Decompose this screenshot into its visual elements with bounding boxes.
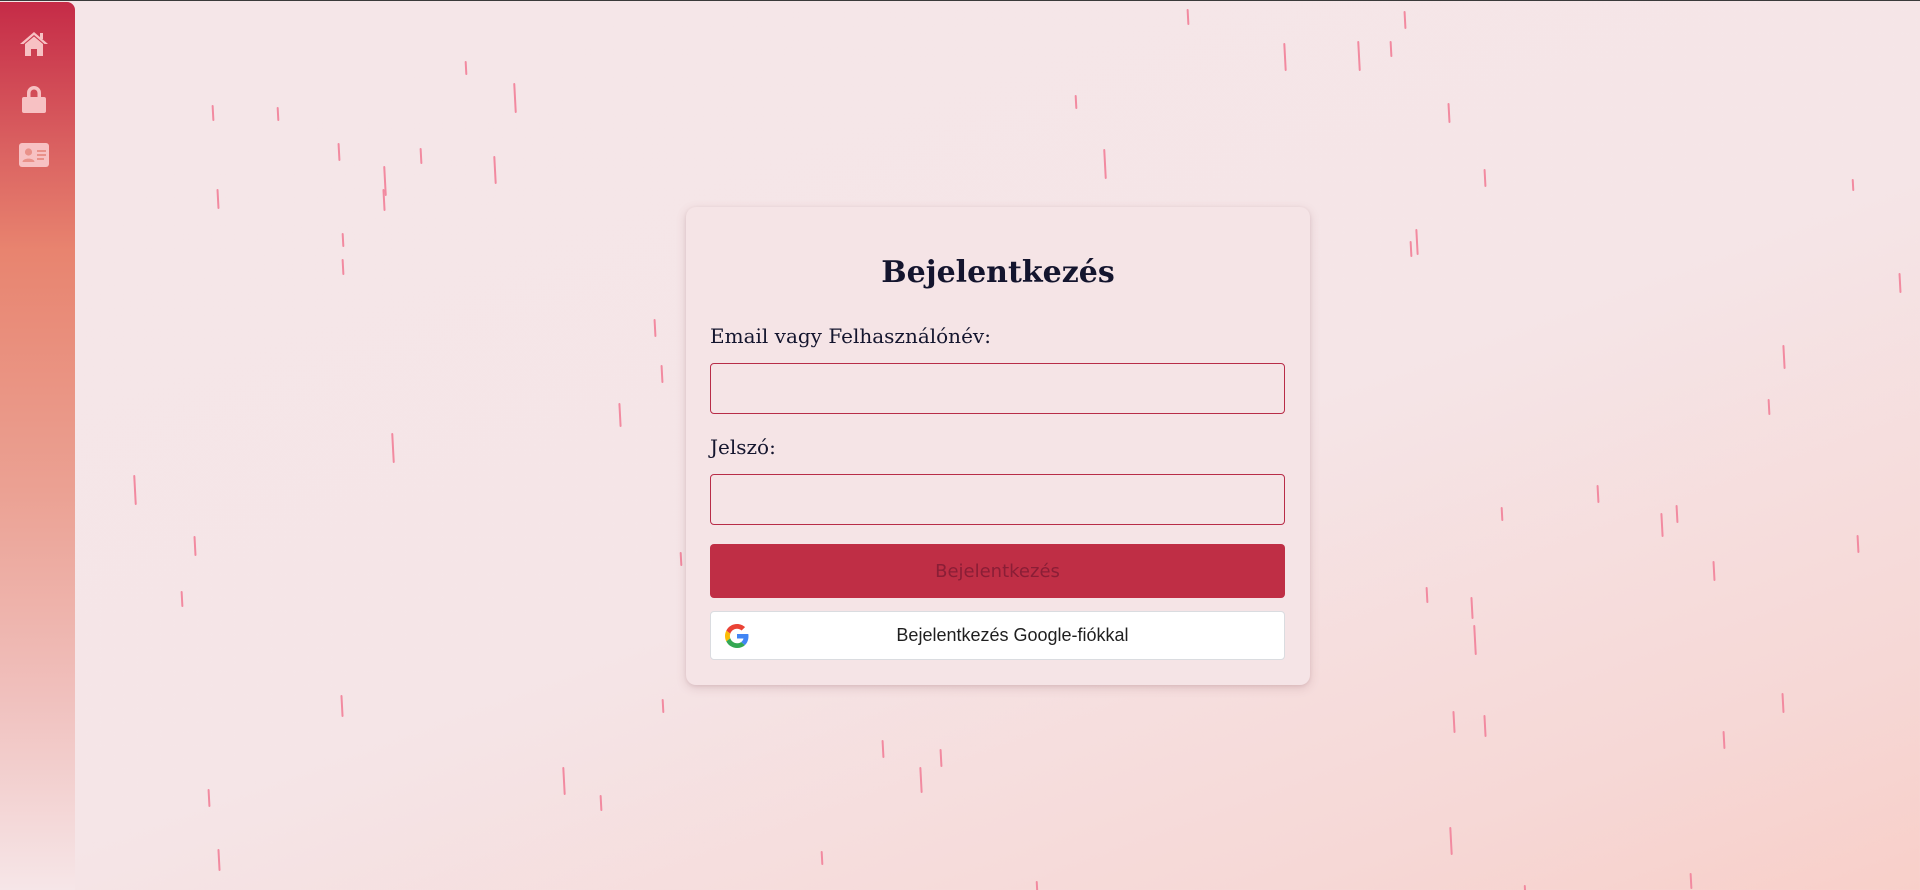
- rain-streak: [1851, 178, 1855, 192]
- rain-streak: [340, 694, 344, 718]
- rain-streak: [1403, 10, 1407, 30]
- login-title: Bejelentkezés: [881, 255, 1115, 290]
- rain-streak: [1415, 228, 1419, 256]
- rain-streak: [216, 188, 220, 210]
- password-label: Jelszó:: [710, 435, 776, 459]
- username-label: Email vagy Felhasználónév:: [710, 324, 991, 348]
- login-button[interactable]: Bejelentkezés: [710, 544, 1285, 598]
- rain-streak: [1689, 872, 1693, 890]
- rain-streak: [661, 698, 665, 714]
- home-icon: [20, 32, 48, 56]
- rain-streak: [1856, 534, 1860, 554]
- rain-streak: [618, 402, 622, 428]
- rain-streak: [1357, 40, 1361, 72]
- rain-streak: [419, 147, 423, 165]
- sidebar: [0, 2, 75, 890]
- rain-streak: [660, 364, 664, 384]
- sidebar-item-lock[interactable]: [18, 83, 50, 115]
- rain-streak: [1186, 8, 1190, 26]
- rain-streak: [1712, 560, 1716, 582]
- rain-streak: [207, 788, 211, 808]
- rain-streak: [382, 188, 386, 212]
- lock-icon: [22, 86, 46, 113]
- rain-streak: [341, 232, 345, 248]
- rain-streak: [180, 590, 184, 608]
- rain-streak: [1425, 586, 1429, 604]
- rain-streak: [211, 104, 215, 122]
- rain-streak: [1782, 344, 1786, 370]
- sidebar-item-home[interactable]: [18, 28, 50, 60]
- username-input[interactable]: [710, 363, 1285, 414]
- rain-streak: [1483, 714, 1487, 738]
- rain-streak: [1781, 692, 1785, 714]
- rain-streak: [939, 748, 943, 768]
- rain-streak: [1074, 94, 1078, 110]
- rain-streak: [1283, 42, 1287, 72]
- rain-streak: [1447, 102, 1451, 124]
- rain-streak: [1500, 506, 1504, 522]
- rain-streak: [1675, 504, 1679, 524]
- rain-streak: [1409, 240, 1413, 258]
- rain-streak: [383, 165, 387, 197]
- google-logo-icon: [725, 624, 749, 648]
- rain-streak: [193, 535, 197, 557]
- rain-streak: [1523, 884, 1527, 890]
- google-login-label: Bejelentkezés Google-fiókkal: [896, 625, 1129, 645]
- rain-streak: [276, 106, 280, 122]
- rain-streak: [337, 142, 341, 162]
- rain-streak: [133, 474, 137, 506]
- rain-streak: [1473, 624, 1477, 656]
- rain-streak: [679, 551, 683, 567]
- rain-streak: [1452, 710, 1456, 734]
- sidebar-item-profile[interactable]: [18, 139, 50, 171]
- rain-streak: [341, 258, 345, 276]
- rain-streak: [1389, 40, 1393, 58]
- rain-streak: [217, 848, 221, 872]
- rain-streak: [1035, 880, 1039, 890]
- rain-streak: [1449, 826, 1453, 856]
- rain-streak: [881, 739, 885, 759]
- rain-streak: [464, 60, 468, 76]
- rain-streak: [1898, 272, 1902, 294]
- login-card: Bejelentkezés Email vagy Felhasználónév:…: [686, 207, 1310, 685]
- rain-streak: [599, 794, 603, 812]
- rain-streak: [1483, 168, 1487, 188]
- id-card-icon: [19, 143, 49, 167]
- rain-streak: [562, 766, 566, 796]
- rain-streak: [1660, 512, 1664, 538]
- google-login-button[interactable]: Bejelentkezés Google-fiókkal: [710, 611, 1285, 660]
- rain-streak: [513, 82, 517, 114]
- rain-streak: [820, 850, 824, 866]
- rain-streak: [1596, 484, 1600, 504]
- password-input[interactable]: [710, 474, 1285, 525]
- rain-streak: [1470, 596, 1474, 620]
- rain-streak: [653, 318, 657, 338]
- rain-streak: [493, 155, 497, 185]
- rain-streak: [1103, 148, 1107, 180]
- rain-streak: [391, 432, 395, 464]
- rain-streak: [919, 766, 923, 794]
- rain-streak: [1767, 398, 1771, 416]
- rain-streak: [1722, 730, 1726, 750]
